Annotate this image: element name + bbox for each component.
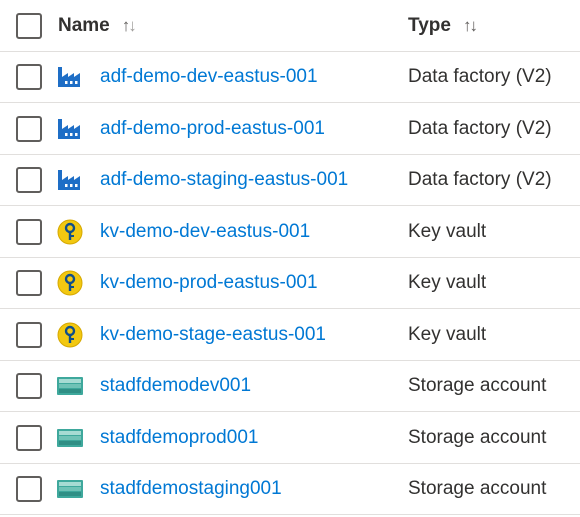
key-vault-icon — [56, 321, 84, 349]
sort-icon[interactable]: ↑↓ — [463, 16, 478, 36]
storage-account-icon — [56, 372, 84, 400]
key-vault-icon — [56, 269, 84, 297]
resource-name-link[interactable]: stadfdemoprod001 — [100, 427, 258, 449]
data-factory-icon — [56, 63, 84, 91]
table-row[interactable]: adf-demo-dev-eastus-001 Data factory (V2) — [0, 52, 580, 103]
resource-name-link[interactable]: kv-demo-stage-eastus-001 — [100, 324, 326, 346]
table-row[interactable]: kv-demo-stage-eastus-001 Key vault — [0, 310, 580, 361]
row-checkbox[interactable] — [16, 476, 42, 502]
resource-type: Data factory (V2) — [408, 66, 552, 87]
table-row[interactable]: stadfdemodev001 Storage account — [0, 361, 580, 412]
row-checkbox[interactable] — [16, 424, 42, 451]
column-header-type-label: Type — [408, 14, 451, 36]
resource-type: Storage account — [408, 478, 547, 499]
sort-icon[interactable]: ↑↓ — [122, 16, 137, 36]
row-checkbox[interactable] — [16, 167, 42, 193]
data-factory-icon — [56, 115, 84, 143]
resource-name-link[interactable]: kv-demo-dev-eastus-001 — [100, 221, 310, 243]
row-checkbox[interactable] — [16, 115, 42, 142]
column-header-name-label: Name — [58, 14, 110, 36]
select-all-checkbox[interactable] — [16, 12, 42, 39]
row-checkbox[interactable] — [16, 270, 42, 296]
resource-name-link[interactable]: stadfdemodev001 — [100, 375, 251, 397]
storage-account-icon — [56, 424, 84, 452]
row-checkbox[interactable] — [16, 321, 42, 348]
resource-name-link[interactable]: kv-demo-prod-eastus-001 — [100, 272, 318, 294]
resource-name-link[interactable]: adf-demo-dev-eastus-001 — [100, 66, 318, 88]
table-row[interactable]: stadfdemoprod001 Storage account — [0, 413, 580, 464]
resource-type: Key vault — [408, 272, 487, 293]
grid-header: Name ↑↓ Type ↑↓ — [0, 0, 580, 52]
resource-type: Data factory (V2) — [408, 117, 552, 139]
table-row[interactable]: adf-demo-staging-eastus-001 Data factory … — [0, 155, 580, 206]
resource-name-link[interactable]: adf-demo-staging-eastus-001 — [100, 169, 348, 191]
resource-type: Key vault — [408, 323, 487, 345]
table-row[interactable]: kv-demo-dev-eastus-001 Key vault — [0, 207, 580, 258]
table-row[interactable]: kv-demo-prod-eastus-001 Key vault — [0, 258, 580, 309]
resource-type: Data factory (V2) — [408, 169, 552, 190]
row-checkbox[interactable] — [16, 64, 42, 90]
table-row[interactable]: adf-demo-prod-eastus-001 Data factory (V2… — [0, 104, 580, 155]
column-header-type[interactable]: Type ↑↓ — [408, 14, 478, 37]
data-factory-icon — [56, 166, 84, 194]
row-checkbox[interactable] — [16, 373, 42, 399]
resource-type: Storage account — [408, 375, 547, 396]
resource-type: Storage account — [408, 426, 547, 448]
column-header-name[interactable]: Name ↑↓ — [58, 14, 137, 37]
resource-name-link[interactable]: stadfdemostaging001 — [100, 478, 282, 500]
key-vault-icon — [56, 218, 84, 246]
resource-type: Key vault — [408, 220, 487, 242]
row-checkbox[interactable] — [16, 218, 42, 245]
table-row[interactable]: stadfdemostaging001 Storage account — [0, 464, 580, 515]
resource-name-link[interactable]: adf-demo-prod-eastus-001 — [100, 118, 325, 140]
storage-account-icon — [56, 475, 84, 503]
